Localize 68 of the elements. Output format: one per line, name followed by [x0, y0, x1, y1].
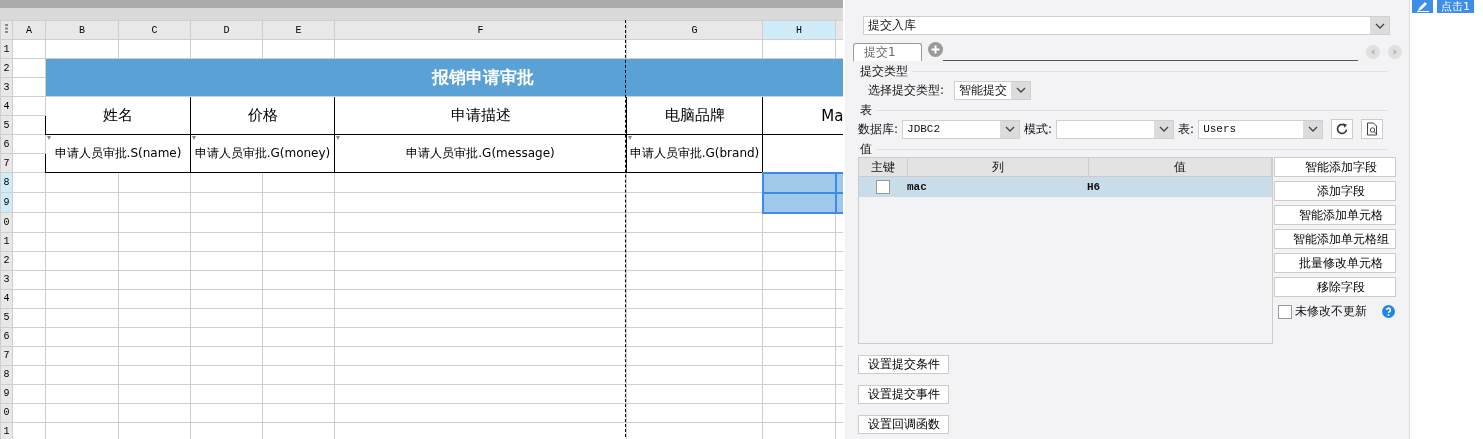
- action-button[interactable]: 设置提交条件: [858, 355, 949, 374]
- checkbox-label: 未修改不更新: [1295, 303, 1367, 320]
- field-label: 选择提交类型:: [868, 81, 945, 99]
- report-title: 报销申请审批: [45, 58, 843, 97]
- type-dropdown[interactable]: 智能提交: [954, 80, 1032, 100]
- action-dropdown[interactable]: 提交入库: [863, 16, 1390, 35]
- header-cell: 价格: [190, 96, 335, 135]
- refresh-icon: [1335, 122, 1350, 136]
- field-label: 数据库:: [858, 120, 899, 138]
- row-header[interactable]: 8: [0, 172, 13, 193]
- caret-icon: [1004, 126, 1015, 132]
- column-header[interactable]: D: [190, 20, 263, 40]
- selected-cell[interactable]: [762, 172, 836, 193]
- column-header: 列: [908, 158, 1089, 176]
- column-header[interactable]: F: [334, 20, 627, 40]
- column-header[interactable]: G: [626, 20, 763, 40]
- column-header[interactable]: B: [45, 20, 119, 40]
- caret-icon: [1374, 22, 1385, 29]
- caret-icon: [1015, 87, 1026, 93]
- edit-button[interactable]: [1412, 0, 1433, 13]
- table-dropdown[interactable]: Users: [1198, 119, 1324, 139]
- side-button[interactable]: 智能添加单元格组: [1274, 229, 1396, 249]
- column-header: 值: [1089, 158, 1272, 176]
- field-cell: 申请人员审批.G(money): [190, 134, 335, 173]
- header-cell: 姓名: [45, 96, 191, 135]
- column-header[interactable]: C: [118, 20, 191, 40]
- row-header[interactable]: 0: [0, 212, 13, 232]
- field-cell: 申请人员审批.G(message): [334, 134, 627, 173]
- help-icon[interactable]: [1382, 305, 1395, 318]
- column-header: 主键: [859, 158, 908, 176]
- selected-cell[interactable]: [762, 192, 836, 213]
- field-label: 表:: [1178, 120, 1195, 138]
- action-button[interactable]: 设置提交事件: [858, 385, 949, 404]
- table-row[interactable]: mac H6: [859, 177, 1272, 197]
- grip-icon: [5, 24, 8, 33]
- section-label: 提交类型: [860, 62, 908, 80]
- side-button[interactable]: 添加字段: [1274, 181, 1396, 201]
- caret-icon: [1158, 126, 1169, 132]
- side-button[interactable]: 移除字段: [1274, 277, 1396, 297]
- tab[interactable]: 提交1: [853, 43, 922, 61]
- side-button[interactable]: 智能添加单元格: [1274, 205, 1396, 225]
- checkbox[interactable]: [1278, 304, 1292, 319]
- preview-button[interactable]: [1361, 119, 1384, 139]
- document-search-icon: [1365, 122, 1380, 136]
- schema-dropdown[interactable]: [1056, 119, 1175, 139]
- side-button[interactable]: 智能添加字段: [1274, 157, 1396, 177]
- action-button[interactable]: 设置回调函数: [858, 415, 949, 434]
- header-cell: 申请描述: [334, 96, 627, 135]
- checkbox[interactable]: [876, 180, 890, 194]
- section-label: 值: [860, 140, 872, 158]
- add-icon[interactable]: [928, 42, 943, 57]
- column-header[interactable]: E: [262, 20, 335, 40]
- database-dropdown[interactable]: JDBC2: [902, 119, 1021, 139]
- field-cell: 申请人员审批.S(name): [45, 134, 191, 173]
- refresh-button[interactable]: [1331, 119, 1354, 139]
- side-button[interactable]: 批量修改单元格: [1274, 253, 1396, 273]
- column-header[interactable]: A: [12, 20, 46, 40]
- caret-icon: [1307, 126, 1318, 132]
- next-icon[interactable]: [1388, 45, 1402, 59]
- previous-icon[interactable]: [1366, 45, 1380, 59]
- field-label: 模式:: [1024, 120, 1053, 138]
- table-cell-text: H6: [1087, 181, 1102, 193]
- field-cell: 申请人员审批.G(brand): [626, 134, 763, 173]
- column-header[interactable]: H: [762, 20, 836, 40]
- row-header[interactable]: 9: [0, 192, 13, 213]
- table-cell-text: mac: [907, 181, 928, 193]
- header-cell: 电脑品牌: [626, 96, 763, 135]
- section-label: 表: [860, 101, 872, 119]
